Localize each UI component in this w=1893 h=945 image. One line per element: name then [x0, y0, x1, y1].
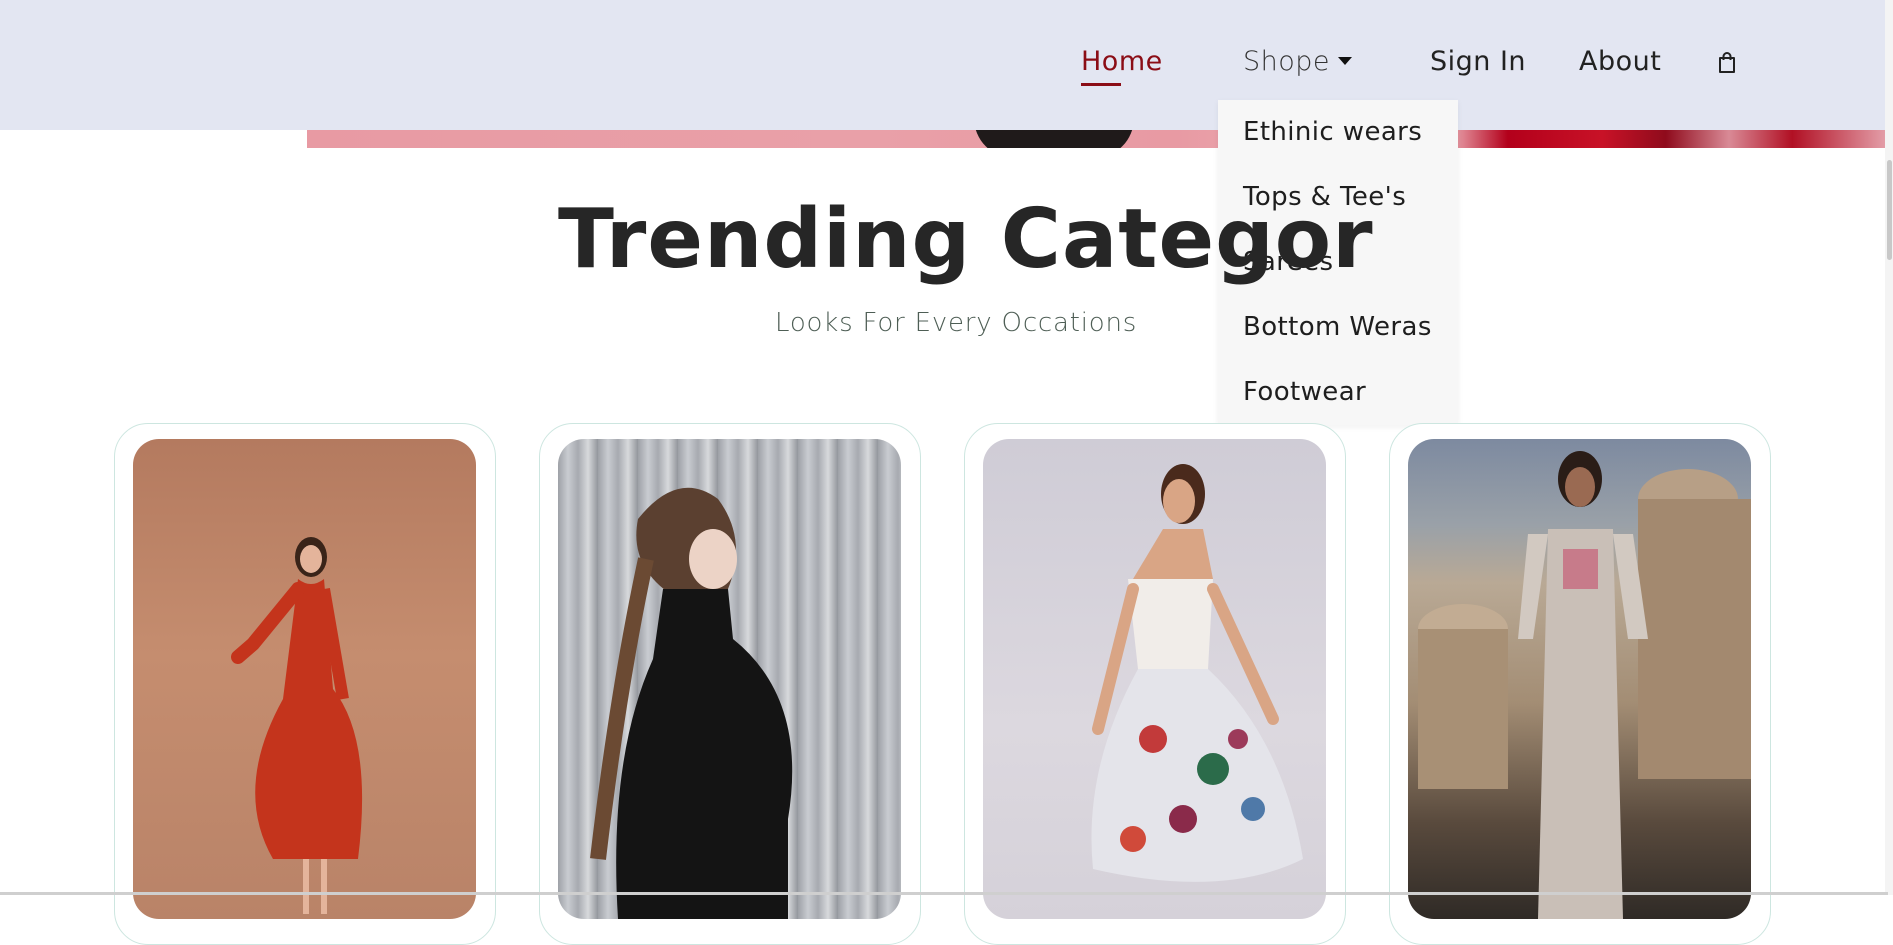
nav-home-active-underline [1081, 83, 1121, 86]
category-card-3[interactable] [964, 423, 1346, 945]
model-figure-2 [590, 487, 793, 919]
page-scrollbar-thumb[interactable] [1887, 160, 1892, 260]
category-image-floral-skirt[interactable] [983, 439, 1326, 919]
navbar: Home Shope Sign In About [0, 0, 1888, 130]
dropdown-item-bottom-weras[interactable]: Bottom Weras [1243, 312, 1432, 342]
nav-shope-label: Shope [1243, 46, 1331, 77]
section-subtitle: Looks For Every Occations [775, 308, 1138, 338]
category-image-red-dress[interactable] [133, 439, 476, 919]
nav-about-link[interactable]: About [1579, 46, 1661, 77]
model-figure-3 [1091, 464, 1303, 882]
nav-shope-dropdown-toggle[interactable]: Shope [1243, 46, 1353, 77]
category-image-ethnic-lehenga[interactable] [1408, 439, 1751, 919]
category-card-4[interactable] [1389, 423, 1771, 945]
model-figure-1 [231, 537, 363, 914]
caret-down-icon [1338, 56, 1353, 65]
page-scrollbar[interactable] [1885, 0, 1893, 895]
nav-signin-link[interactable]: Sign In [1430, 46, 1526, 77]
model-figure-4 [1418, 451, 1751, 919]
category-card-1[interactable] [114, 423, 496, 945]
category-image-black-turtleneck[interactable] [558, 439, 901, 919]
section-title: Trending Categor [558, 192, 1374, 287]
category-card-2[interactable] [539, 423, 921, 945]
dropdown-item-ethinic-wears[interactable]: Ethinic wears [1243, 117, 1422, 147]
nav-home-link[interactable]: Home [1081, 46, 1163, 77]
dropdown-item-footwear[interactable]: Footwear [1243, 377, 1366, 407]
shopping-bag-icon[interactable] [1718, 52, 1736, 74]
